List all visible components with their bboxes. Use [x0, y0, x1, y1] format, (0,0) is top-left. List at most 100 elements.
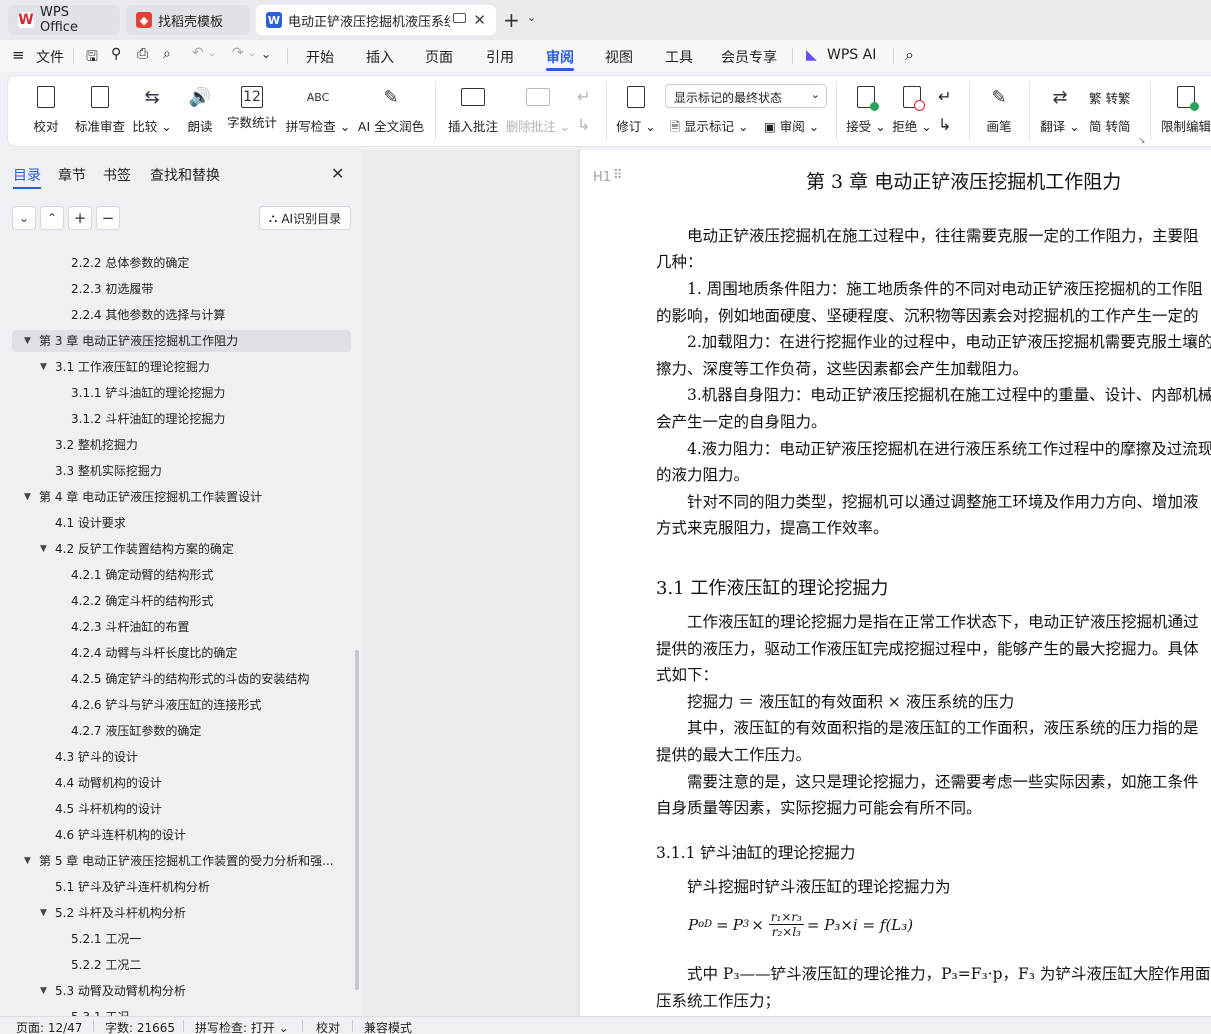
previous-comment-icon[interactable]: ↵ — [577, 87, 590, 106]
toc-item[interactable]: 4.6 铲斗连杆机构的设计 — [55, 824, 342, 846]
collapse-down-button[interactable]: ⌄ — [12, 206, 36, 230]
menu-wps-ai[interactable]: WPS AI — [827, 47, 876, 63]
toc-item[interactable]: 5.2.1 工况一 — [71, 928, 342, 950]
expand-triangle-icon[interactable]: ▼ — [24, 330, 31, 352]
toc-item[interactable]: 第 3 章 电动正铲液压挖掘机工作阻力 — [12, 330, 351, 352]
toc-item[interactable]: 2.2.2 总体参数的确定 — [71, 252, 342, 274]
reject-button[interactable]: 拒绝 ⌄ — [892, 76, 932, 146]
menu-review[interactable]: 审阅 — [546, 47, 574, 67]
search-icon[interactable]: ⌕ — [905, 45, 914, 65]
menu-member[interactable]: 会员专享 — [721, 47, 777, 67]
print-preview-icon[interactable]: ⌕ — [163, 46, 171, 62]
toc-item[interactable]: 第 5 章 电动正铲液压挖掘机工作装置的受力分析和强... — [39, 850, 342, 872]
to-simplified-button[interactable]: 简 转简 — [1089, 116, 1131, 135]
toc-item[interactable]: 4.3 铲斗的设计 — [55, 746, 342, 768]
page-indicator[interactable]: 页面: 12/47 — [16, 1019, 82, 1034]
word-count-indicator[interactable]: 字数: 21665 — [105, 1019, 175, 1034]
toc-item[interactable]: 4.1 设计要求 — [55, 512, 342, 534]
expand-triangle-icon[interactable]: ▼ — [40, 980, 47, 1002]
chevron-down-icon[interactable]: ⌄ — [208, 48, 216, 59]
close-tab-icon[interactable]: ✕ — [473, 11, 486, 29]
print-icon[interactable]: ⎙ — [137, 46, 148, 62]
delete-comment-button[interactable]: 删除批注 ⌄ — [506, 76, 570, 146]
dialog-launcher-icon[interactable]: ↘ — [1138, 136, 1146, 146]
document-page[interactable]: H1 ⠿ 第 3 章 电动正铲液压挖掘机工作阻力 电动正铲液压挖掘机在施工过程中… — [580, 150, 1211, 1016]
expand-triangle-icon[interactable]: ▼ — [24, 850, 31, 872]
read-aloud-button[interactable]: 🔊 朗读 — [184, 76, 216, 146]
toc-item[interactable]: 4.2.2 确定斗杆的结构形式 — [71, 590, 342, 612]
drag-handle-icon[interactable]: ⠿ — [613, 168, 622, 183]
expand-triangle-icon[interactable]: ▼ — [24, 486, 31, 508]
spell-check-button[interactable]: ABC 拼写检查 ⌄ — [286, 76, 350, 146]
menu-file[interactable]: 文件 — [36, 47, 64, 67]
chevron-down-icon[interactable]: ⌄ — [248, 48, 256, 59]
close-icon[interactable]: ✕ — [331, 164, 344, 183]
undo-icon[interactable]: ↶ — [192, 45, 204, 61]
redo-icon[interactable]: ↷ — [232, 45, 244, 61]
next-comment-icon[interactable]: ↳ — [577, 115, 590, 134]
review-pane-button[interactable]: ▣ 审阅 ⌄ — [764, 116, 819, 135]
heading-level-marker[interactable]: H1 — [593, 170, 611, 185]
collapse-up-button[interactable]: ⌃ — [40, 206, 64, 230]
spell-check-status[interactable]: 拼写检查: 打开 ⌄ — [195, 1019, 289, 1034]
hamburger-menu-icon[interactable]: ≡ — [12, 46, 25, 64]
tab-docer-templates[interactable]: ◆ 找稻壳模板 — [126, 5, 250, 35]
ai-toc-button[interactable]: ⛬ AI识别目录 — [259, 206, 351, 230]
word-count-button[interactable]: 12 字数统计 — [226, 76, 278, 146]
new-tab-plus-icon[interactable]: + — [503, 8, 520, 32]
menu-view[interactable]: 视图 — [605, 47, 633, 67]
toc-item[interactable]: 4.2.1 确定动臂的结构形式 — [71, 564, 342, 586]
standard-review-button[interactable]: 标准审查 — [74, 76, 126, 146]
remove-toc-item-button[interactable]: − — [96, 206, 120, 230]
toc-item[interactable]: 5.3 动臂及动臂机构分析 — [55, 980, 342, 1002]
markup-display-select[interactable]: 显示标记的最终状态 ⌄ — [665, 84, 827, 108]
toc-item[interactable]: 3.1 工作液压缸的理论挖掘力 — [55, 356, 342, 378]
toc-item[interactable]: 5.1 铲斗及铲斗连杆机构分析 — [55, 876, 342, 898]
proof-status[interactable]: 校对 — [316, 1019, 340, 1034]
toc-item[interactable]: 3.2 整机挖掘力 — [55, 434, 342, 456]
tab-find-replace[interactable]: 查找和替换 — [150, 165, 220, 185]
toc-item[interactable]: 3.1.1 铲斗油缸的理论挖掘力 — [71, 382, 342, 404]
expand-triangle-icon[interactable]: ▼ — [40, 538, 47, 560]
expand-triangle-icon[interactable]: ▼ — [40, 902, 47, 924]
toc-item[interactable]: 4.2 反铲工作装置结构方案的确定 — [55, 538, 342, 560]
toc-item[interactable]: 5.2 斗杆及斗杆机构分析 — [55, 902, 342, 924]
monitor-icon[interactable] — [453, 13, 466, 23]
toc-item[interactable]: 2.2.4 其他参数的选择与计算 — [71, 304, 342, 326]
quick-access-more-icon[interactable]: ⌄ — [261, 47, 271, 61]
tab-bookmarks[interactable]: 书签 — [103, 165, 131, 185]
toc-item[interactable]: 3.1.2 斗杆油缸的理论挖掘力 — [71, 408, 342, 430]
accept-button[interactable]: 接受 ⌄ — [846, 76, 886, 146]
toc-item[interactable]: 4.2.6 铲斗与铲斗液压缸的连接形式 — [71, 694, 342, 716]
save-icon[interactable]: 🖫 — [86, 46, 98, 70]
restrict-edit-button[interactable]: 限制编辑 — [1158, 76, 1211, 146]
tab-wps-office[interactable]: W WPS Office — [8, 5, 120, 35]
add-toc-item-button[interactable]: + — [68, 206, 92, 230]
menu-tools[interactable]: 工具 — [665, 47, 693, 67]
toc-item[interactable]: 5.2.2 工况二 — [71, 954, 342, 976]
to-traditional-button[interactable]: 繁 转繁 — [1089, 88, 1131, 107]
toc-item[interactable]: 4.2.3 斗杆油缸的布置 — [71, 616, 342, 638]
menu-page[interactable]: 页面 — [425, 47, 453, 67]
menu-insert[interactable]: 插入 — [366, 47, 394, 67]
track-changes-button[interactable]: 修订 ⌄ — [614, 76, 658, 146]
tab-sections[interactable]: 章节 — [58, 165, 86, 185]
pen-button[interactable]: ✎ 画笔 — [982, 76, 1016, 146]
toc-item[interactable]: 4.4 动臂机构的设计 — [55, 772, 342, 794]
share-icon[interactable]: ⚲ — [111, 46, 121, 62]
toc-item[interactable]: 4.2.5 确定铲斗的结构形式的斗齿的安装结构 — [71, 668, 342, 690]
ai-polish-button[interactable]: ✎ AI 全文润色 — [356, 76, 426, 146]
proofread-button[interactable]: 校对 — [30, 76, 62, 146]
toc-item[interactable]: 第 4 章 电动正铲液压挖掘机工作装置设计 — [39, 486, 342, 508]
toc-scrollbar[interactable] — [355, 650, 359, 990]
translate-button[interactable]: ⇄ 翻译 ⌄ — [1038, 76, 1082, 146]
toc-item[interactable]: 3.3 整机实际挖掘力 — [55, 460, 342, 482]
compare-button[interactable]: ⇆ 比较 ⌄ — [132, 76, 171, 146]
insert-comment-button[interactable]: 插入批注 — [446, 76, 500, 146]
toc-item[interactable]: 4.5 斗杆机构的设计 — [55, 798, 342, 820]
toc-item[interactable]: 2.2.3 初选履带 — [71, 278, 342, 300]
menu-home[interactable]: 开始 — [306, 47, 334, 67]
next-change-icon[interactable]: ↳ — [938, 115, 951, 134]
expand-triangle-icon[interactable]: ▼ — [40, 356, 47, 378]
toc-item[interactable]: 4.2.7 液压缸参数的确定 — [71, 720, 342, 742]
